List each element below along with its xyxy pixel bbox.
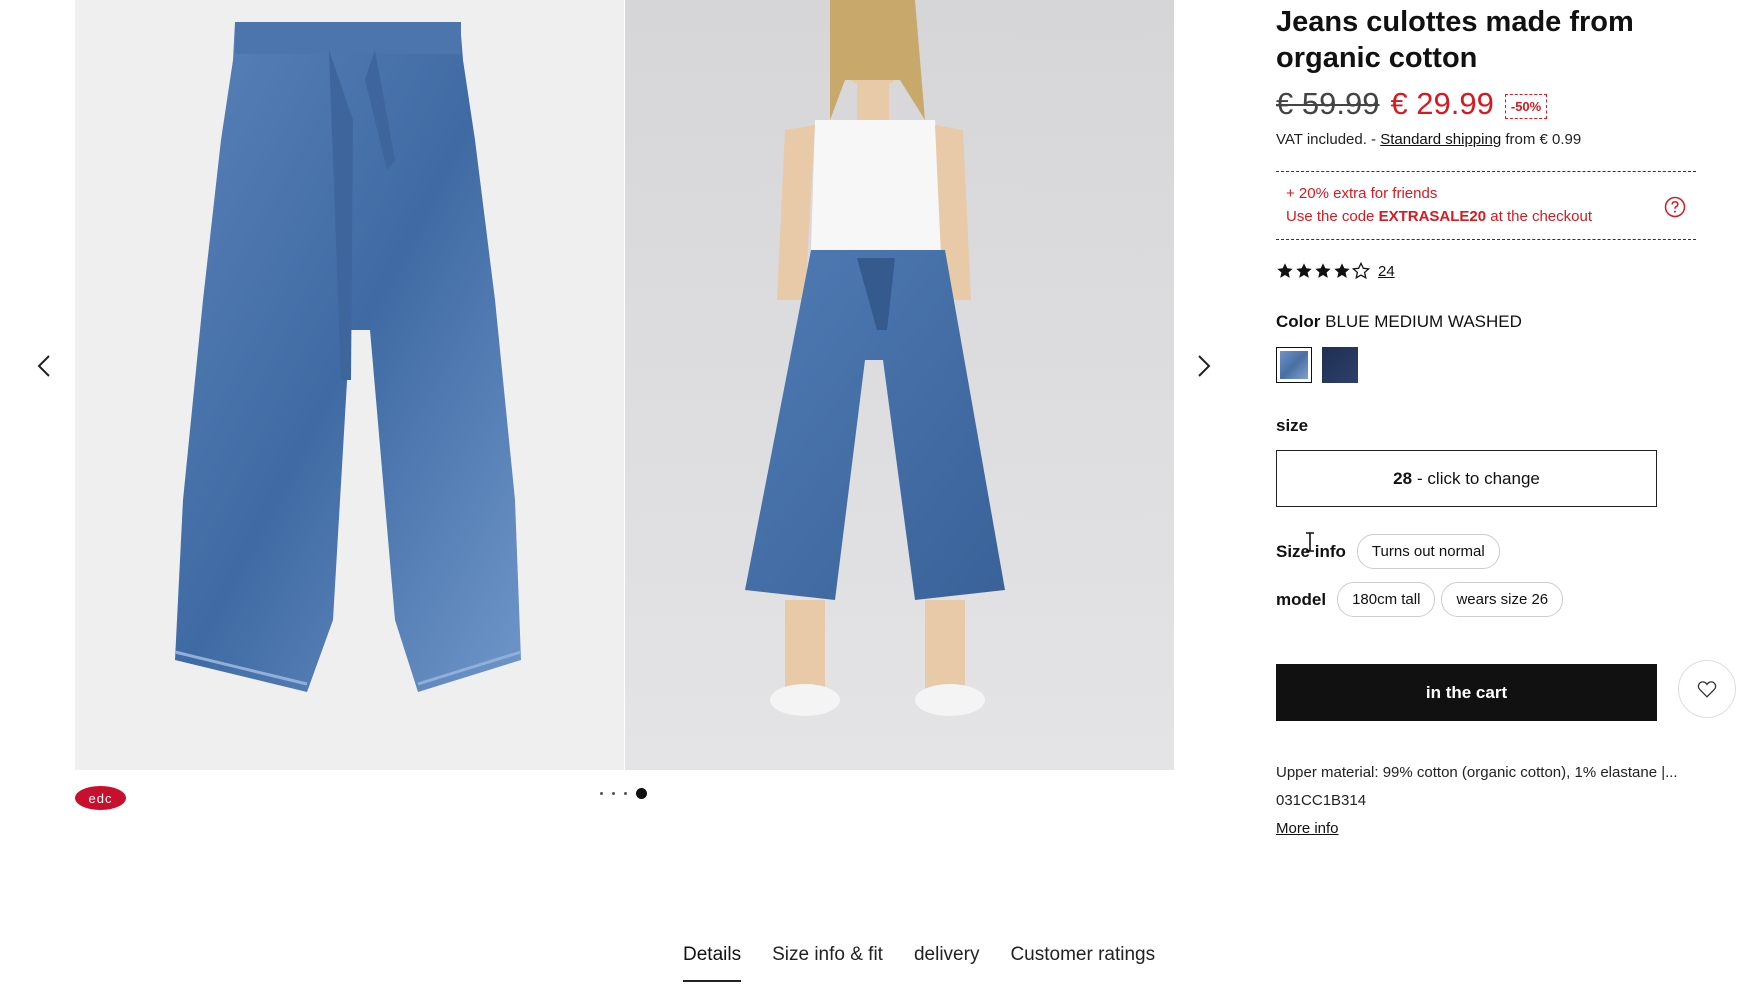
tab-size-info[interactable]: Size info & fit xyxy=(772,944,883,974)
size-current: 28 xyxy=(1393,468,1413,488)
size-label: size xyxy=(1276,416,1309,435)
product-tabs: Details Size info & fit delivery Custome… xyxy=(683,944,1155,982)
pagination-dot[interactable] xyxy=(624,792,627,795)
pagination-dot-active[interactable] xyxy=(636,788,647,799)
color-value: BLUE MEDIUM WASHED xyxy=(1325,312,1522,331)
star-filled-icon xyxy=(1334,263,1350,278)
wishlist-button[interactable] xyxy=(1678,660,1736,718)
color-swatch-selected[interactable] xyxy=(1276,347,1312,383)
chevron-left-icon xyxy=(37,355,50,377)
promo-code: EXTRASALE20 xyxy=(1378,208,1487,225)
pagination-dot[interactable] xyxy=(600,792,603,795)
add-to-cart-button[interactable]: in the cart xyxy=(1276,664,1657,721)
tab-customer-ratings[interactable]: Customer ratings xyxy=(1010,944,1155,974)
promo-code-suffix: at the checkout xyxy=(1490,208,1592,225)
vat-info: VAT included. - Standard shipping from €… xyxy=(1276,131,1581,148)
price-row: € 59.99 € 29.99 -50% xyxy=(1276,86,1548,122)
product-title: Jeans culottes made from organic cotton xyxy=(1276,6,1634,74)
promo-headline: + 20% extra for friends xyxy=(1286,185,1438,202)
promo-banner: + 20% extra for friends Use the code EXT… xyxy=(1276,171,1696,240)
promo-code-prefix: Use the code xyxy=(1286,208,1375,225)
size-selector-button[interactable]: 28 - click to change xyxy=(1276,450,1657,507)
tab-delivery[interactable]: delivery xyxy=(914,944,979,974)
gallery-next-button[interactable] xyxy=(1187,350,1219,382)
rating-count-link[interactable]: 24 xyxy=(1378,263,1395,280)
rating-stars[interactable]: 24 xyxy=(1276,262,1395,280)
sale-price: € 29.99 xyxy=(1390,86,1494,121)
star-filled-icon xyxy=(1315,263,1331,278)
model-label: model xyxy=(1276,589,1327,609)
color-swatch[interactable] xyxy=(1322,347,1358,383)
old-price: € 59.99 xyxy=(1276,86,1380,121)
shipping-link[interactable]: Standard shipping xyxy=(1380,131,1501,148)
help-circle-icon[interactable] xyxy=(1664,196,1686,218)
promo-code-text: Use the code EXTRASALE20 at the checkout xyxy=(1286,208,1592,225)
product-image-model[interactable] xyxy=(625,0,1174,770)
model-size-chip: wears size 26 xyxy=(1441,582,1564,617)
product-gallery[interactable] xyxy=(75,0,1174,770)
size-action-text: - click to change xyxy=(1417,468,1540,488)
star-empty-icon xyxy=(1352,262,1370,280)
tab-details[interactable]: Details xyxy=(683,944,742,982)
article-number: 031CC1B314 xyxy=(1276,792,1367,809)
swatch-fill xyxy=(1280,351,1308,379)
color-label-title: Color xyxy=(1276,312,1321,331)
chevron-right-icon xyxy=(1198,355,1211,377)
star-filled-icon xyxy=(1277,263,1293,278)
jeans-flat-illustration xyxy=(75,0,624,770)
text-cursor-icon xyxy=(1306,532,1314,552)
shipping-price-text: from € 0.99 xyxy=(1505,131,1582,148)
gallery-pagination[interactable] xyxy=(600,788,647,799)
model-height-chip: 180cm tall xyxy=(1337,582,1436,617)
discount-badge: -50% xyxy=(1504,93,1548,119)
model-row: model 180cm tall wears size 26 xyxy=(1276,582,1569,617)
vat-text: VAT included. - xyxy=(1276,131,1377,148)
color-label: Color BLUE MEDIUM WASHED xyxy=(1276,312,1522,332)
star-filled-icon xyxy=(1296,263,1312,278)
gallery-prev-button[interactable] xyxy=(29,350,61,382)
more-info-link[interactable]: More info xyxy=(1276,820,1339,837)
model-wearing-jeans-illustration xyxy=(625,0,1174,770)
pagination-dot[interactable] xyxy=(612,792,615,795)
size-info-chip: Turns out normal xyxy=(1356,534,1500,569)
brand-logo[interactable]: edc xyxy=(75,786,126,810)
heart-icon xyxy=(1697,681,1717,698)
product-image-flat[interactable] xyxy=(75,0,624,770)
material-text: Upper material: 99% cotton (organic cott… xyxy=(1276,764,1678,781)
brand-logo-text: edc xyxy=(88,790,113,806)
